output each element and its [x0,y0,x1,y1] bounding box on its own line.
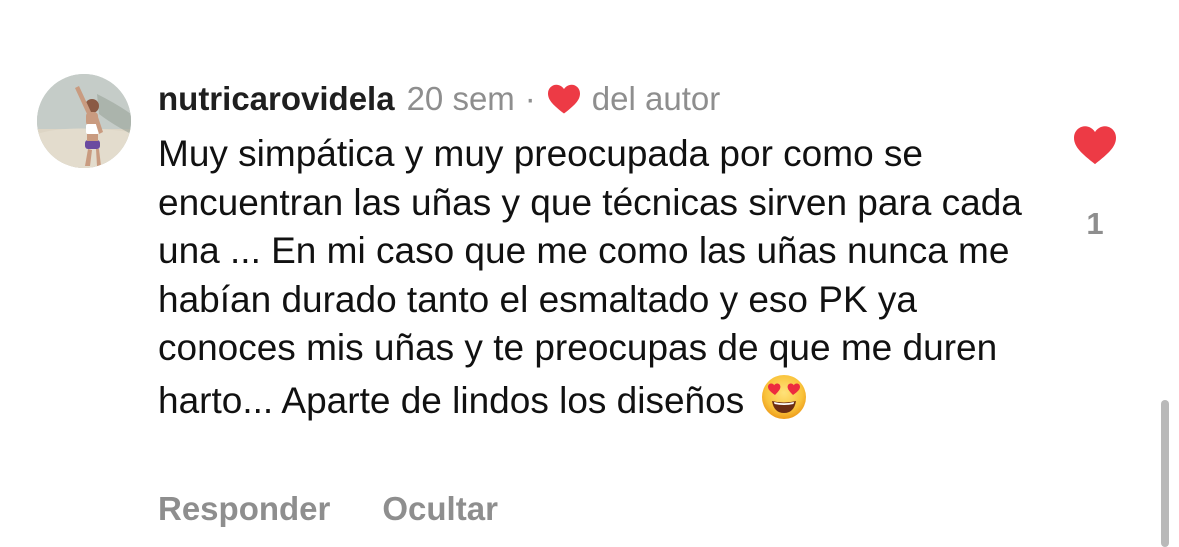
comment-actions: Responder Ocultar [158,490,498,528]
separator: · [524,80,536,117]
avatar-photo [37,74,131,168]
comment: nutricarovidela 20 sem · del autor Muy s… [158,76,1038,425]
reply-button[interactable]: Responder [158,490,330,528]
scrollbar[interactable] [1161,400,1169,547]
like-column: 1 [1070,124,1120,242]
like-count[interactable]: 1 [1070,206,1120,242]
heart-eyes-emoji-icon [762,374,807,419]
avatar[interactable] [37,74,131,168]
comment-time: 20 sem [406,80,515,117]
author-like-label: del autor [591,80,721,117]
comment-text: Muy simpática y muy preocupada por como … [158,133,1022,421]
author-heart-icon [547,84,580,114]
username[interactable]: nutricarovidela [158,80,395,118]
hide-button[interactable]: Ocultar [382,490,498,528]
comment-meta: nutricarovidela 20 sem · del autor [158,76,1038,122]
like-heart-icon[interactable] [1071,124,1119,166]
comment-body: Muy simpática y muy preocupada por como … [158,130,1038,425]
